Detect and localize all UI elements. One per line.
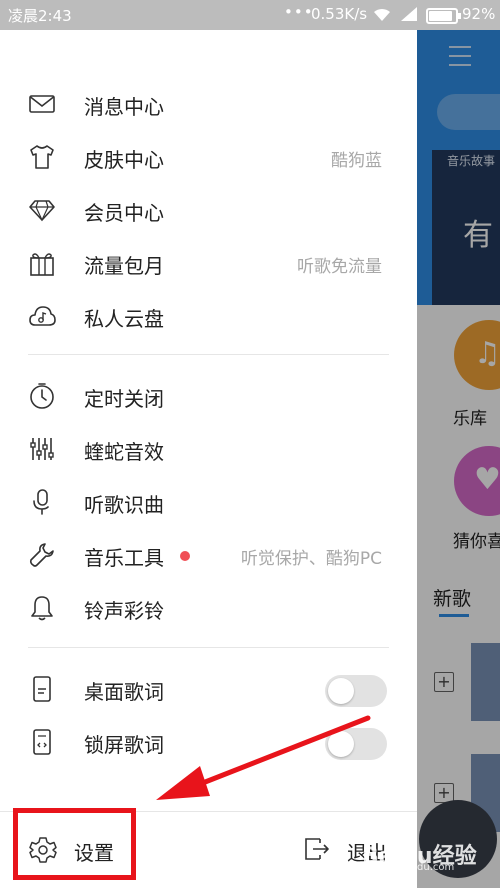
menu-item-data-package[interactable]: 流量包月 听歌免流量 <box>0 237 417 289</box>
mail-icon <box>28 90 56 118</box>
menu-item-label: 铃声彩铃 <box>84 599 164 623</box>
lockscreen-lyrics-toggle[interactable] <box>325 728 387 760</box>
notification-dots: ••• <box>284 3 314 21</box>
wrench-icon <box>28 541 56 569</box>
menu-item-skin-center[interactable]: 皮肤中心 酷狗蓝 <box>0 131 417 183</box>
menu-item-label: 皮肤中心 <box>84 148 164 172</box>
diamond-icon <box>28 196 56 224</box>
side-drawer: 消息中心 皮肤中心 酷狗蓝 会员中心 流量包月 听歌免流量 私人云盘 定时关闭 … <box>0 30 417 888</box>
battery-percent: 92% <box>462 5 496 23</box>
menu-item-private-cloud[interactable]: 私人云盘 <box>0 290 417 342</box>
menu-item-label: 流量包月 <box>84 254 164 278</box>
watermark: Baidu经验 jingyan.baidu.com <box>362 838 498 878</box>
drawer-scrim[interactable] <box>417 0 500 888</box>
mic-icon <box>28 488 56 516</box>
watermark-subtext: jingyan.baidu.com <box>362 862 455 873</box>
annotation-highlight-box <box>13 808 136 880</box>
menu-item-label: 听歌识曲 <box>84 493 164 517</box>
battery-icon <box>426 8 461 24</box>
menu-item-vip-center[interactable]: 会员中心 <box>0 184 417 236</box>
status-bar: 凌晨2:43 ••• 0.53K/s 92% <box>0 0 500 30</box>
menu-item-label: 定时关闭 <box>84 387 164 411</box>
menu-item-hint: 听觉保护、酷狗PC <box>240 549 382 569</box>
menu-item-song-recognition[interactable]: 听歌识曲 <box>0 476 417 528</box>
menu-item-desktop-lyrics: 桌面歌词 <box>0 663 417 715</box>
menu-item-lockscreen-lyrics: 锁屏歌词 <box>0 716 417 768</box>
tshirt-icon <box>28 143 56 171</box>
menu-item-label: 桌面歌词 <box>84 680 164 704</box>
desktop-lyrics-icon <box>28 675 56 703</box>
desktop-lyrics-toggle[interactable] <box>325 675 387 707</box>
menu-item-ringtones[interactable]: 铃声彩铃 <box>0 582 417 634</box>
equalizer-icon <box>28 435 56 463</box>
menu-item-label: 音乐工具 <box>84 546 164 570</box>
menu-item-sleep-timer[interactable]: 定时关闭 <box>0 370 417 422</box>
menu-item-message-center[interactable]: 消息中心 <box>0 78 417 130</box>
wifi-icon <box>372 6 392 26</box>
divider <box>28 354 389 355</box>
menu-item-label: 消息中心 <box>84 95 164 119</box>
network-speed: 0.53K/s <box>311 5 368 23</box>
menu-item-hint: 听歌免流量 <box>297 257 382 277</box>
signal-icon <box>400 6 418 26</box>
menu-item-label: 锁屏歌词 <box>84 733 164 757</box>
exit-icon <box>302 834 332 864</box>
menu-item-sound-effects[interactable]: 蝰蛇音效 <box>0 423 417 475</box>
gift-icon <box>28 249 56 277</box>
menu-item-label: 私人云盘 <box>84 307 164 331</box>
bell-icon <box>28 594 56 622</box>
menu-item-label: 会员中心 <box>84 201 164 225</box>
timer-icon <box>28 382 56 410</box>
cloud-music-icon <box>28 302 56 330</box>
toggle-knob <box>328 731 354 757</box>
menu-item-music-tools[interactable]: 音乐工具 听觉保护、酷狗PC <box>0 529 417 581</box>
toggle-knob <box>328 678 354 704</box>
menu-item-hint: 酷狗蓝 <box>331 151 382 171</box>
menu-item-label: 蝰蛇音效 <box>84 440 164 464</box>
status-time: 凌晨2:43 <box>8 7 72 25</box>
notification-dot <box>180 551 190 561</box>
lockscreen-lyrics-icon <box>28 728 56 756</box>
divider <box>28 647 389 648</box>
